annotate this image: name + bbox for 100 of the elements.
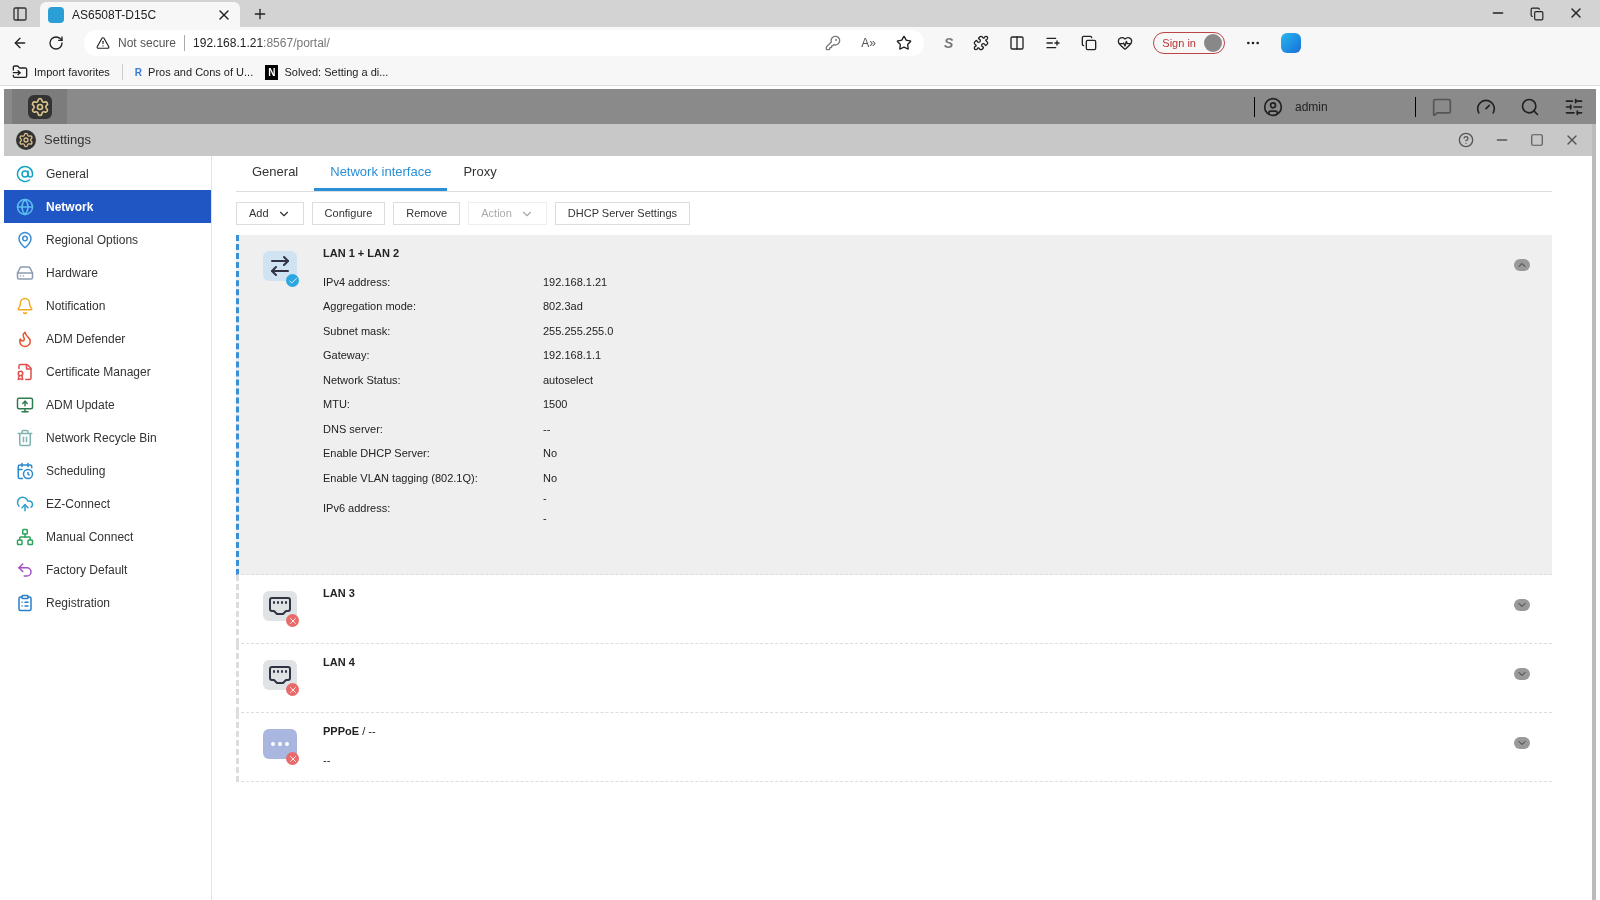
s-extension-icon[interactable]: S: [944, 32, 954, 54]
key-icon[interactable]: [825, 35, 842, 51]
menu-icon: [16, 395, 34, 414]
menu-icon: [16, 428, 34, 447]
detail-label: MTU:: [323, 397, 351, 412]
address-bar[interactable]: Not secure 192.168.1.21:8567/portal/ A»: [84, 30, 924, 56]
menu-icon: [16, 230, 34, 249]
browser-tab[interactable]: AS6508T-D15C: [40, 2, 240, 27]
interface-suffix: / --: [361, 725, 376, 737]
menu-icon: [16, 494, 34, 513]
detail-label: DNS server:: [323, 421, 384, 437]
detail-value: -: [543, 510, 547, 526]
interface-row[interactable]: LAN 4: [236, 644, 1552, 713]
detail-value: No: [543, 446, 558, 461]
search-icon[interactable]: [1520, 96, 1540, 117]
sidebar-item[interactable]: Registration: [4, 586, 211, 619]
detail-label: Enable DHCP Server:: [323, 446, 431, 461]
tab[interactable]: General: [236, 156, 315, 191]
detail-value: 802.3ad: [543, 299, 583, 314]
site-glyph: R: [134, 65, 143, 80]
favorite-star-icon[interactable]: [896, 35, 912, 51]
tab[interactable]: Network interface: [314, 156, 448, 191]
sidebar-item[interactable]: Factory Default: [4, 553, 211, 586]
detail-value: 255.255.255.0: [543, 323, 614, 339]
interface-icon: [263, 729, 297, 759]
detail-value: No: [543, 470, 558, 486]
sidebar-item[interactable]: Hardware: [4, 256, 211, 289]
sidebar-item[interactable]: Notification: [4, 289, 211, 322]
toolbar-button[interactable]: DHCP Server Settings: [554, 202, 691, 225]
sidebar-item[interactable]: Scheduling: [4, 454, 211, 487]
detail-value: autoselect: [543, 372, 594, 388]
url-path: :8567/portal/: [263, 35, 330, 52]
avatar-icon: [1204, 34, 1222, 52]
interface-subtitle: --: [323, 752, 332, 768]
window-title: Settings: [44, 131, 91, 150]
read-aloud-icon[interactable]: A»: [861, 34, 876, 52]
menu-icon: [16, 164, 34, 183]
tab[interactable]: Proxy: [447, 156, 513, 191]
url-host: 192.168.1.21: [193, 35, 264, 52]
sidebar-item[interactable]: Manual Connect: [4, 520, 211, 553]
new-tab-icon[interactable]: [252, 6, 268, 22]
sidebar-item[interactable]: ADM Update: [4, 388, 211, 421]
site-logo-icon: [48, 6, 64, 23]
expand-icon[interactable]: [1514, 668, 1530, 680]
collections-icon[interactable]: [1081, 35, 1098, 51]
settings-icon: [16, 130, 36, 150]
detail-value: 192.168.1.21: [543, 274, 608, 290]
sidebar-item[interactable]: Regional Options: [4, 223, 211, 256]
tab-title: AS6508T-D15C: [72, 6, 158, 24]
back-icon[interactable]: [12, 35, 28, 51]
bookmark-item[interactable]: N Solved: Setting a di...: [265, 63, 389, 81]
menu-icon: [16, 263, 34, 282]
security-label: Not secure: [118, 35, 177, 52]
username[interactable]: admin: [1295, 97, 1415, 116]
interface-name: LAN 4: [323, 656, 355, 668]
menu-icon: [16, 461, 34, 480]
menu-icon: [16, 593, 34, 612]
user-icon[interactable]: [1263, 96, 1283, 117]
sidebar-item[interactable]: ADM Defender: [4, 322, 211, 355]
toolbar-button[interactable]: Add: [236, 202, 304, 225]
favorites-icon[interactable]: [1045, 35, 1062, 51]
interface-icon: [263, 591, 297, 621]
detail-value: 192.168.1.1: [543, 348, 602, 363]
interface-row[interactable]: LAN 3: [236, 575, 1552, 644]
warning-icon: [96, 36, 110, 50]
detail-label: Subnet mask:: [323, 323, 392, 339]
sidebar-item[interactable]: General: [4, 157, 211, 190]
settings-app-icon[interactable]: [27, 94, 52, 119]
toolbar-button[interactable]: Configure: [311, 202, 386, 225]
sidebar-item[interactable]: Network: [4, 190, 211, 223]
sidebar-item[interactable]: Certificate Manager: [4, 355, 211, 388]
interface-name: LAN 1 + LAN 2: [323, 247, 400, 259]
sidebar-item[interactable]: EZ-Connect: [4, 487, 211, 520]
toolbar-button[interactable]: Remove: [393, 202, 461, 225]
detail-value: -: [543, 491, 547, 506]
split-screen-icon[interactable]: [1009, 35, 1026, 51]
restore-icon[interactable]: [1530, 7, 1544, 21]
bookmark-item[interactable]: R Pros and Cons of U...: [134, 63, 254, 81]
expand-icon[interactable]: [1514, 599, 1530, 611]
collapse-icon[interactable]: [1514, 259, 1530, 271]
detail-label: IPv6 address:: [323, 500, 392, 516]
detail-value: 1500: [543, 397, 568, 412]
bookmark-item[interactable]: Import favorites: [12, 63, 110, 81]
health-icon[interactable]: [1117, 35, 1134, 51]
interface-row[interactable]: PPPoE / -- --: [236, 713, 1552, 782]
reload-icon[interactable]: [48, 35, 64, 51]
help-icon[interactable]: [1458, 132, 1474, 148]
menu-icon: [16, 329, 34, 348]
interface-name: PPPoE: [323, 725, 360, 737]
detail-label: Enable VLAN tagging (802.1Q):: [323, 470, 479, 486]
menu-icon: [16, 362, 34, 381]
extensions-icon[interactable]: [973, 35, 990, 51]
detail-value: --: [543, 421, 551, 437]
expand-icon[interactable]: [1514, 737, 1530, 749]
tab-actions-icon[interactable]: [12, 6, 28, 22]
detail-label: Network Status:: [323, 372, 402, 388]
interface-icon: [263, 660, 297, 690]
menu-icon: [16, 527, 34, 546]
sidebar-item[interactable]: Network Recycle Bin: [4, 421, 211, 454]
menu-icon: [16, 560, 34, 579]
